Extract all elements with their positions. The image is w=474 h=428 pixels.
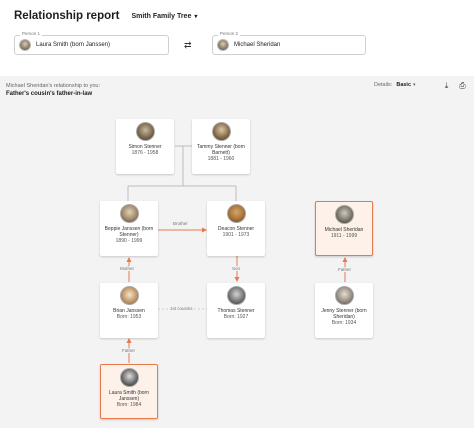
edge-label-father-jenny: Father (337, 267, 353, 272)
avatar (135, 122, 155, 141)
chevron-down-icon: ▾ (194, 13, 198, 20)
card-dates: Born: 1934 (331, 320, 357, 326)
person-2-label: Person 2 (218, 31, 241, 36)
person-card-tammy[interactable]: Tammy Stenner (born Barnett) 1881 - 1960 (192, 119, 250, 174)
edge-label-cousins: 1st cousins (169, 306, 194, 311)
card-dates: 1876 - 1958 (131, 150, 159, 156)
avatar (119, 286, 139, 305)
card-dates: 1881 - 1960 (207, 156, 235, 162)
card-name: Laura Smith (born Janssen) (108, 390, 150, 402)
card-dates: Born: 1953 (116, 314, 142, 320)
edge-label-brother: Brother (172, 221, 189, 226)
swap-arrows-icon[interactable]: ⇄ (184, 40, 192, 51)
person-card-laura[interactable]: Laura Smith (born Janssen) Born: 1984 (100, 364, 158, 419)
card-dates: 1890 - 1999 (115, 238, 143, 244)
edge-label-son: Son (231, 266, 242, 271)
person-card-beppie[interactable]: Beppie Janssen (born Stenner) 1890 - 199… (100, 201, 158, 256)
card-dates: Born: 1984 (116, 402, 142, 408)
avatar (211, 122, 231, 141)
person-card-simon[interactable]: Simon Stenner 1876 - 1958 (116, 119, 174, 174)
page-title: Relationship report (14, 10, 120, 22)
card-dates: Born: 1927 (223, 314, 249, 320)
edge-label-mother: Mother (119, 266, 136, 271)
card-dates: 1901 - 1973 (222, 232, 250, 238)
card-name: Jenny Stenner (born Sheridan) (321, 308, 367, 320)
card-dates: 1911 - 1999 (330, 233, 358, 239)
card-name: Tammy Stenner (born Barnett) (196, 144, 246, 156)
details-selector[interactable]: Details: Basic ▾ (374, 82, 416, 88)
download-icon[interactable]: ⤓ (441, 80, 452, 91)
avatar (226, 204, 246, 223)
person-card-jenny[interactable]: Jenny Stenner (born Sheridan) Born: 1934 (315, 283, 373, 338)
person-card-brian[interactable]: Brian Janssen Born: 1953 (100, 283, 158, 338)
details-label: Details: (374, 82, 393, 88)
edge-label-father-laura: Father (121, 348, 137, 353)
person-2-name: Michael Sheridan (234, 42, 281, 48)
tree-name: Smith Family Tree (131, 12, 192, 20)
avatar (334, 205, 354, 224)
person-1-label: Person 1 (20, 31, 43, 36)
tree-selector[interactable]: Smith Family Tree ▾ (131, 13, 197, 20)
header: Relationship report Smith Family Tree ▾ (14, 7, 197, 25)
print-icon[interactable]: ⎙ (457, 80, 468, 91)
person-1-avatar (19, 39, 31, 51)
relationship-result: Father's cousin's father-in-law (6, 91, 93, 97)
person-card-thomas[interactable]: Thomas Stenner Born: 1927 (207, 283, 265, 338)
avatar (226, 286, 246, 305)
chevron-down-icon: ▾ (413, 82, 416, 88)
person-card-deacon[interactable]: Deacon Stenner 1901 - 1973 (207, 201, 265, 256)
person-card-michael[interactable]: Michael Sheridan 1911 - 1999 (315, 201, 373, 256)
card-name: Beppie Janssen (born Stenner) (104, 226, 154, 238)
person-2-avatar (217, 39, 229, 51)
avatar (334, 286, 354, 305)
person-2-field[interactable]: Person 2 Michael Sheridan (212, 31, 366, 55)
avatar (119, 368, 139, 387)
relationship-intro: Michael Sheridan's relationship to you: (6, 83, 100, 89)
details-value[interactable]: Basic (396, 82, 411, 88)
avatar (119, 204, 139, 223)
person-1-name: Laura Smith (born Janssen) (36, 42, 111, 48)
person-1-field[interactable]: Person 1 Laura Smith (born Janssen) (14, 31, 169, 55)
